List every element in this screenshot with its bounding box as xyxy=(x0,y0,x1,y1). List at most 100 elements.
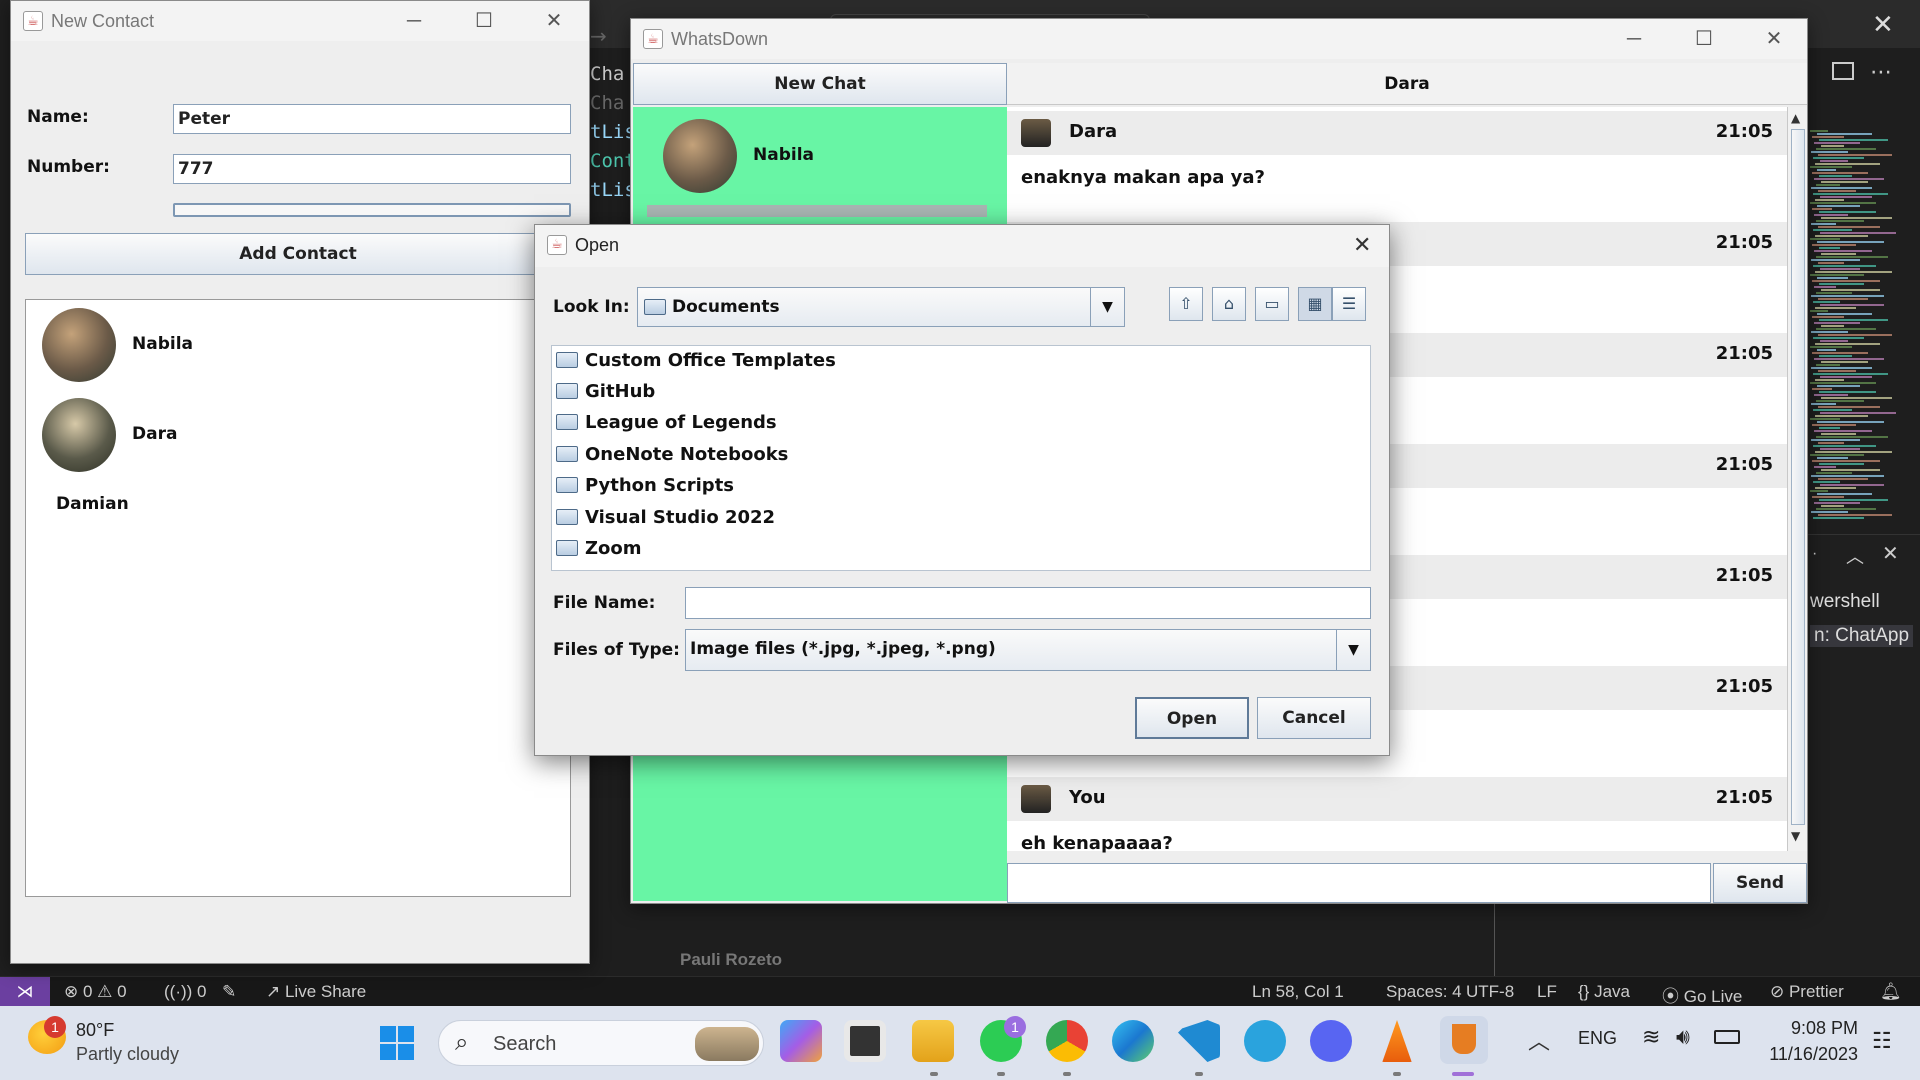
chrome-icon[interactable] xyxy=(1046,1020,1088,1062)
minimap-line xyxy=(1816,328,1876,330)
folder-name: League of Legends xyxy=(585,412,777,433)
chat-list-item[interactable]: Nabila xyxy=(633,117,1007,201)
minimize-icon[interactable]: ─ xyxy=(1611,23,1657,55)
clock-date[interactable]: 11/16/2023 xyxy=(1760,1044,1858,1065)
list-item[interactable]: Custom Office Templates xyxy=(556,350,836,371)
file-name-input[interactable] xyxy=(685,587,1371,619)
clock-time[interactable]: 9:08 PM xyxy=(1768,1018,1858,1039)
chevron-up-icon[interactable]: ︿ xyxy=(1846,543,1864,569)
split-editor-icon[interactable] xyxy=(1832,62,1854,80)
list-item[interactable]: Python Scripts xyxy=(556,475,734,496)
add-contact-button[interactable]: Add Contact xyxy=(25,233,571,275)
chevron-down-icon[interactable]: ▼ xyxy=(1336,630,1370,670)
running-indicator xyxy=(997,1072,1005,1076)
cancel-button[interactable]: Cancel xyxy=(1257,697,1371,739)
terminal-item[interactable]: wershell xyxy=(1810,591,1880,613)
minimap-line xyxy=(1817,133,1872,135)
more-actions-icon[interactable]: ⋯ xyxy=(1870,60,1893,85)
minimap-line xyxy=(1812,316,1844,318)
name-input[interactable]: Peter xyxy=(173,104,571,134)
vlc-icon[interactable] xyxy=(1382,1020,1412,1062)
volume-icon[interactable]: 🔊︎ xyxy=(1676,1024,1690,1050)
new-chat-button[interactable]: New Chat xyxy=(633,63,1007,105)
file-type-select[interactable]: Image files (*.jpg, *.jpeg, *.png) ▼ xyxy=(685,629,1371,671)
remote-indicator-icon[interactable]: ⋊ xyxy=(0,977,50,1007)
new-folder-icon[interactable]: ▭ xyxy=(1255,287,1289,321)
vscode-icon[interactable] xyxy=(1178,1020,1220,1062)
list-item[interactable]: Nabila xyxy=(26,308,570,388)
list-item[interactable]: Zoom xyxy=(556,538,642,559)
minimap-line xyxy=(1821,289,1880,291)
scrollbar-thumb[interactable] xyxy=(1791,129,1805,825)
chevron-up-icon[interactable]: ︿ xyxy=(1528,1024,1550,1056)
java-icon: ☕︎ xyxy=(23,11,43,31)
language-indicator[interactable]: ENG xyxy=(1578,1028,1617,1049)
message-scrollbar[interactable]: ▲ ▼ xyxy=(1787,107,1807,851)
taskbar-search[interactable]: ⌕ Search xyxy=(438,1020,764,1066)
look-in-select[interactable]: Documents ▼ xyxy=(637,287,1125,327)
discord-icon[interactable] xyxy=(1310,1020,1352,1062)
list-item[interactable]: GitHub xyxy=(556,381,655,402)
close-icon[interactable]: ✕ xyxy=(1353,233,1371,258)
more-icon[interactable]: · xyxy=(1812,545,1817,563)
edge-icon[interactable] xyxy=(1112,1020,1154,1062)
list-item[interactable]: League of Legends xyxy=(556,412,777,433)
notepad-icon[interactable] xyxy=(844,1020,886,1062)
java-app-icon[interactable] xyxy=(1440,1016,1488,1064)
indentation[interactable]: Spaces: 4 xyxy=(1386,982,1462,1002)
details-view-icon[interactable]: ☰ xyxy=(1332,287,1366,321)
maximize-icon[interactable]: ☐ xyxy=(1681,23,1727,55)
battery-icon[interactable] xyxy=(1714,1030,1740,1044)
pen-icon[interactable]: ✎ xyxy=(222,982,236,1002)
chevron-down-icon[interactable]: ▼ xyxy=(1090,288,1124,326)
close-icon[interactable]: ✕ xyxy=(1751,23,1797,55)
message-input[interactable] xyxy=(1007,863,1711,903)
list-item[interactable]: Visual Studio 2022 xyxy=(556,507,775,528)
scroll-up-icon[interactable]: ▲ xyxy=(1791,111,1800,125)
list-item[interactable]: Damian xyxy=(26,486,570,526)
minimap-line xyxy=(1819,499,1888,501)
cursor-position[interactable]: Ln 58, Col 1 xyxy=(1252,982,1344,1002)
up-folder-icon[interactable]: ⇧ xyxy=(1169,287,1203,321)
prettier-button[interactable]: ⊘ Prettier xyxy=(1770,982,1844,1002)
language-mode[interactable]: {} Java xyxy=(1578,982,1630,1002)
open-button[interactable]: Open xyxy=(1135,697,1249,739)
arrow-right-icon[interactable]: → xyxy=(590,24,607,48)
minimap-line xyxy=(1818,406,1880,408)
minimap-line xyxy=(1819,355,1852,357)
live-share-button[interactable]: ↗ Live Share xyxy=(266,982,366,1002)
chat-list-item-selected[interactable] xyxy=(647,205,987,217)
list-item[interactable]: OneNote Notebooks xyxy=(556,444,788,465)
ports-indicator[interactable]: ((·)) 0 xyxy=(164,982,207,1002)
close-panel-icon[interactable]: ✕ xyxy=(1882,541,1899,566)
minimap-line xyxy=(1820,268,1860,270)
bell-icon[interactable]: 🔔︎ xyxy=(1880,982,1902,1002)
end-of-line[interactable]: LF xyxy=(1537,982,1557,1002)
minimize-icon[interactable]: ─ xyxy=(391,5,437,37)
weather-desc[interactable]: Partly cloudy xyxy=(76,1044,179,1065)
contact-list[interactable]: Nabila Dara Damian xyxy=(25,299,571,897)
scroll-down-icon[interactable]: ▼ xyxy=(1791,829,1800,843)
number-input[interactable]: 777 xyxy=(173,154,571,184)
terminal-item[interactable]: n: ChatApp xyxy=(1810,625,1914,647)
windows-start-icon[interactable] xyxy=(380,1026,416,1062)
notification-icon[interactable]: ☷ xyxy=(1872,1028,1892,1054)
copilot-pre-icon[interactable] xyxy=(780,1020,822,1062)
close-icon[interactable]: ✕ xyxy=(531,5,577,37)
close-icon[interactable]: ✕ xyxy=(1872,10,1894,40)
send-button[interactable]: Send xyxy=(1713,863,1807,903)
list-view-icon[interactable]: ▦ xyxy=(1298,287,1332,321)
home-icon[interactable]: ⌂ xyxy=(1212,287,1246,321)
encoding[interactable]: UTF-8 xyxy=(1466,982,1514,1002)
go-live-button[interactable]: ⦿ Go Live xyxy=(1662,982,1742,1007)
problems-indicator[interactable]: ⊗ 0 ⚠ 0 xyxy=(64,982,127,1002)
wifi-icon[interactable]: ≋ xyxy=(1642,1024,1660,1050)
list-item[interactable]: Dara xyxy=(26,398,570,478)
telegram-icon[interactable] xyxy=(1244,1020,1286,1062)
file-list[interactable]: Custom Office Templates GitHub League of… xyxy=(551,345,1371,571)
maximize-icon[interactable]: ☐ xyxy=(461,5,507,37)
file-explorer-icon[interactable] xyxy=(912,1020,954,1062)
weather-temp[interactable]: 80°F xyxy=(76,1020,114,1041)
port-count: 0 xyxy=(197,982,207,1001)
code-minimap[interactable] xyxy=(1810,130,1906,530)
